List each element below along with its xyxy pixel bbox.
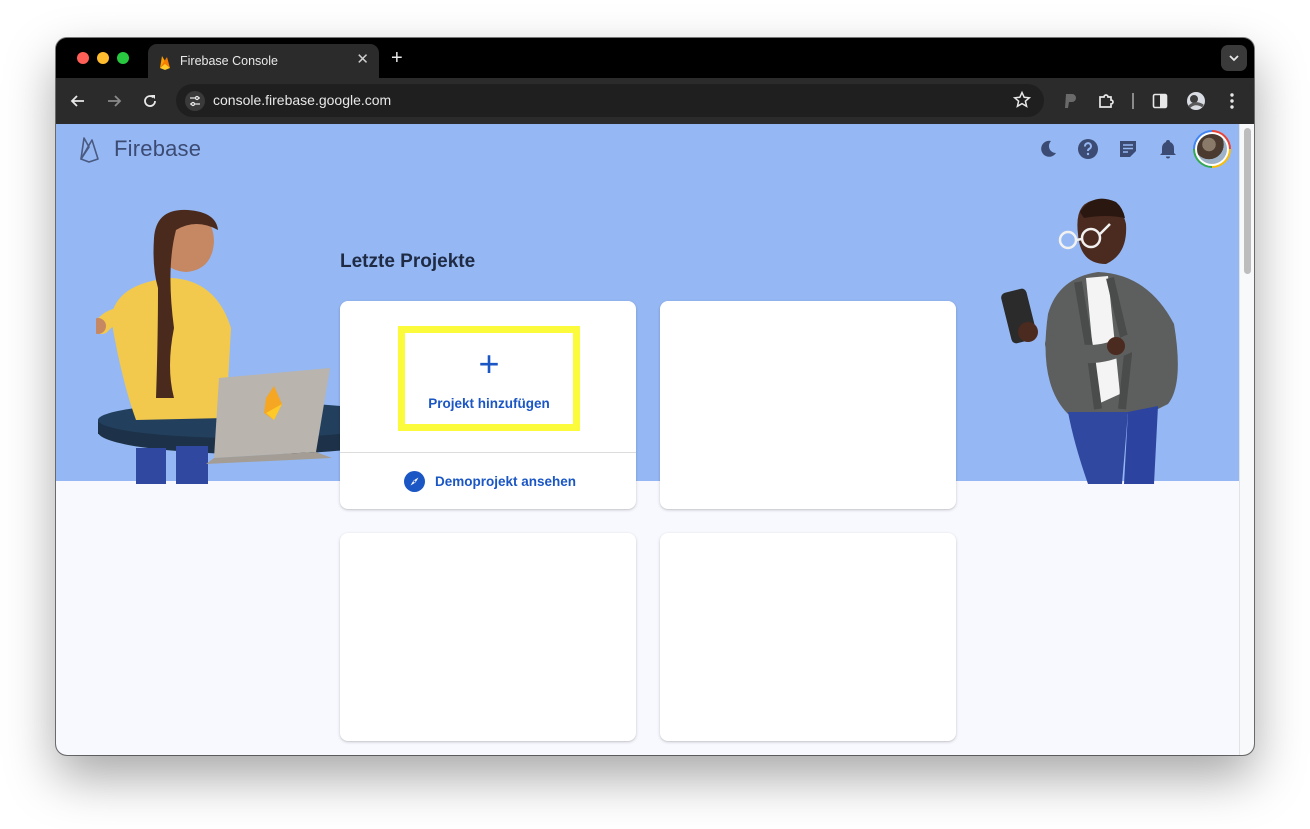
tab-firebase-console[interactable]: Firebase Console ✕: [148, 44, 379, 78]
compass-icon: [404, 471, 425, 492]
view-demo-project-link[interactable]: Demoprojekt ansehen: [404, 471, 576, 492]
page-scrollbar[interactable]: [1239, 124, 1254, 755]
profile-button[interactable]: [1185, 90, 1207, 112]
add-project-card: + Projekt hinzufügen Demoprojekt ansehen: [340, 301, 636, 509]
demo-project-label: Demoprojekt ansehen: [435, 474, 577, 489]
firebase-logo-icon[interactable]: [78, 135, 102, 163]
bookmark-star-icon[interactable]: [1012, 90, 1032, 110]
new-tab-button[interactable]: +: [391, 47, 403, 69]
card-divider: [340, 452, 636, 453]
browser-menu-button[interactable]: [1221, 90, 1243, 112]
firebase-favicon-icon: [160, 56, 170, 70]
forward-button[interactable]: [103, 90, 125, 112]
dark-mode-icon[interactable]: [1037, 138, 1059, 160]
project-card-placeholder: [660, 301, 956, 509]
more-vertical-icon: [1230, 93, 1234, 109]
extension-paypal-button[interactable]: [1059, 90, 1081, 112]
scrollbar-thumb[interactable]: [1244, 128, 1251, 274]
arrow-left-icon: [70, 95, 84, 107]
side-panel-button[interactable]: [1149, 90, 1171, 112]
tab-title: Firebase Console: [180, 54, 278, 68]
tab-close-icon[interactable]: ✕: [356, 51, 369, 69]
hero-banner: Firebase: [56, 124, 1239, 484]
minimize-window-button[interactable]: [97, 52, 109, 64]
reload-button[interactable]: [139, 90, 161, 112]
recent-projects-title: Letzte Projekte: [340, 251, 476, 272]
plus-icon: +: [478, 343, 500, 384]
close-window-button[interactable]: [77, 52, 89, 64]
address-bar[interactable]: console.firebase.google.com: [176, 84, 1044, 117]
browser-toolbar: console.firebase.google.com: [56, 78, 1254, 124]
firebase-console-page: Firebase Letzte Projekte + Projekt hinzu…: [56, 124, 1239, 755]
account-avatar[interactable]: [1193, 130, 1231, 168]
man-phone-illustration: [1001, 198, 1178, 484]
side-panel-icon: [1152, 93, 1168, 109]
toolbar-divider: [1132, 93, 1134, 109]
arrow-right-icon: [108, 95, 122, 107]
extensions-button[interactable]: [1095, 90, 1117, 112]
chevron-down-icon: [1229, 55, 1239, 62]
puzzle-icon: [1099, 94, 1114, 108]
url-text[interactable]: console.firebase.google.com: [213, 92, 391, 108]
tab-strip: Firebase Console ✕ +: [56, 38, 1254, 78]
woman-laptop-illustration: [96, 209, 346, 484]
project-card-placeholder: [660, 533, 956, 741]
back-button[interactable]: [67, 90, 89, 112]
project-card-placeholder: [340, 533, 636, 741]
reload-icon: [144, 95, 156, 107]
release-notes-icon[interactable]: [1117, 138, 1139, 160]
notifications-icon[interactable]: [1157, 138, 1179, 160]
help-icon[interactable]: [1077, 138, 1099, 160]
add-project-button[interactable]: + Projekt hinzufügen: [398, 326, 580, 431]
account-photo: [1197, 134, 1227, 164]
site-info-icon[interactable]: [185, 91, 205, 111]
browser-window: Firebase Console ✕ + console.firebase.go…: [56, 38, 1254, 755]
paypal-icon: [1065, 94, 1076, 108]
add-project-label: Projekt hinzufügen: [428, 396, 550, 411]
firebase-brand[interactable]: Firebase: [114, 136, 201, 162]
profile-avatar-icon: [1187, 92, 1205, 110]
tab-search-button[interactable]: [1221, 45, 1247, 71]
maximize-window-button[interactable]: [117, 52, 129, 64]
